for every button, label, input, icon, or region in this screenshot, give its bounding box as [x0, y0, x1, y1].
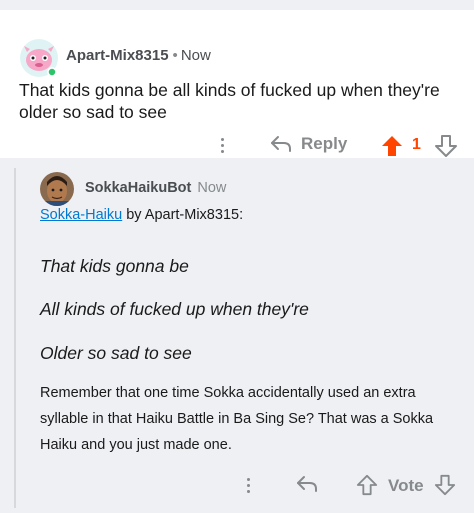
sokka-haiku-link[interactable]: Sokka-Haiku [40, 207, 122, 223]
avatar[interactable] [19, 38, 59, 78]
byline: Sokka-Haiku by Apart-Mix8315: [40, 207, 243, 223]
upvote-arrow-icon[interactable] [380, 134, 404, 158]
reply-arrow-icon[interactable] [296, 475, 318, 493]
timestamp: Now [180, 47, 211, 64]
thread-line[interactable] [14, 168, 16, 508]
avatar[interactable] [40, 172, 74, 206]
timestamp: Now [197, 180, 227, 196]
kebab-icon[interactable] [219, 136, 225, 156]
username[interactable]: SokkaHaikuBot [85, 180, 191, 196]
reply-action-bar: Vote [0, 470, 474, 502]
username[interactable]: Apart-Mix8315 [66, 47, 169, 64]
reply-author-line: SokkaHaikuBot Now [85, 180, 226, 196]
comment-body: That kids gonna be all kinds of fucked u… [19, 80, 440, 122]
bot-note: Remember that one time Sokka accidentall… [40, 385, 434, 453]
downvote-arrow-icon[interactable] [434, 474, 456, 496]
vote-label: Vote [388, 476, 424, 495]
reply-arrow-icon [271, 136, 291, 152]
byline-text: by Apart-Mix8315: [122, 207, 244, 223]
top-divider [0, 0, 474, 10]
reply-label: Reply [301, 134, 348, 153]
haiku-line: That kids gonna be [40, 256, 189, 276]
downvote-arrow-icon[interactable] [434, 134, 458, 158]
upvote-arrow-icon[interactable] [356, 474, 378, 496]
comment-author-line: Apart-Mix8315 • Now [66, 47, 211, 64]
vote-count: 1 [412, 136, 421, 153]
separator-dot: • [172, 47, 178, 64]
kebab-icon[interactable] [245, 476, 251, 496]
comment: Apart-Mix8315 • Now That kids gonna be all… [0, 10, 474, 158]
haiku-line: All kinds of fucked up when they're [40, 299, 309, 319]
haiku-line: Older so sad to see [40, 343, 192, 363]
